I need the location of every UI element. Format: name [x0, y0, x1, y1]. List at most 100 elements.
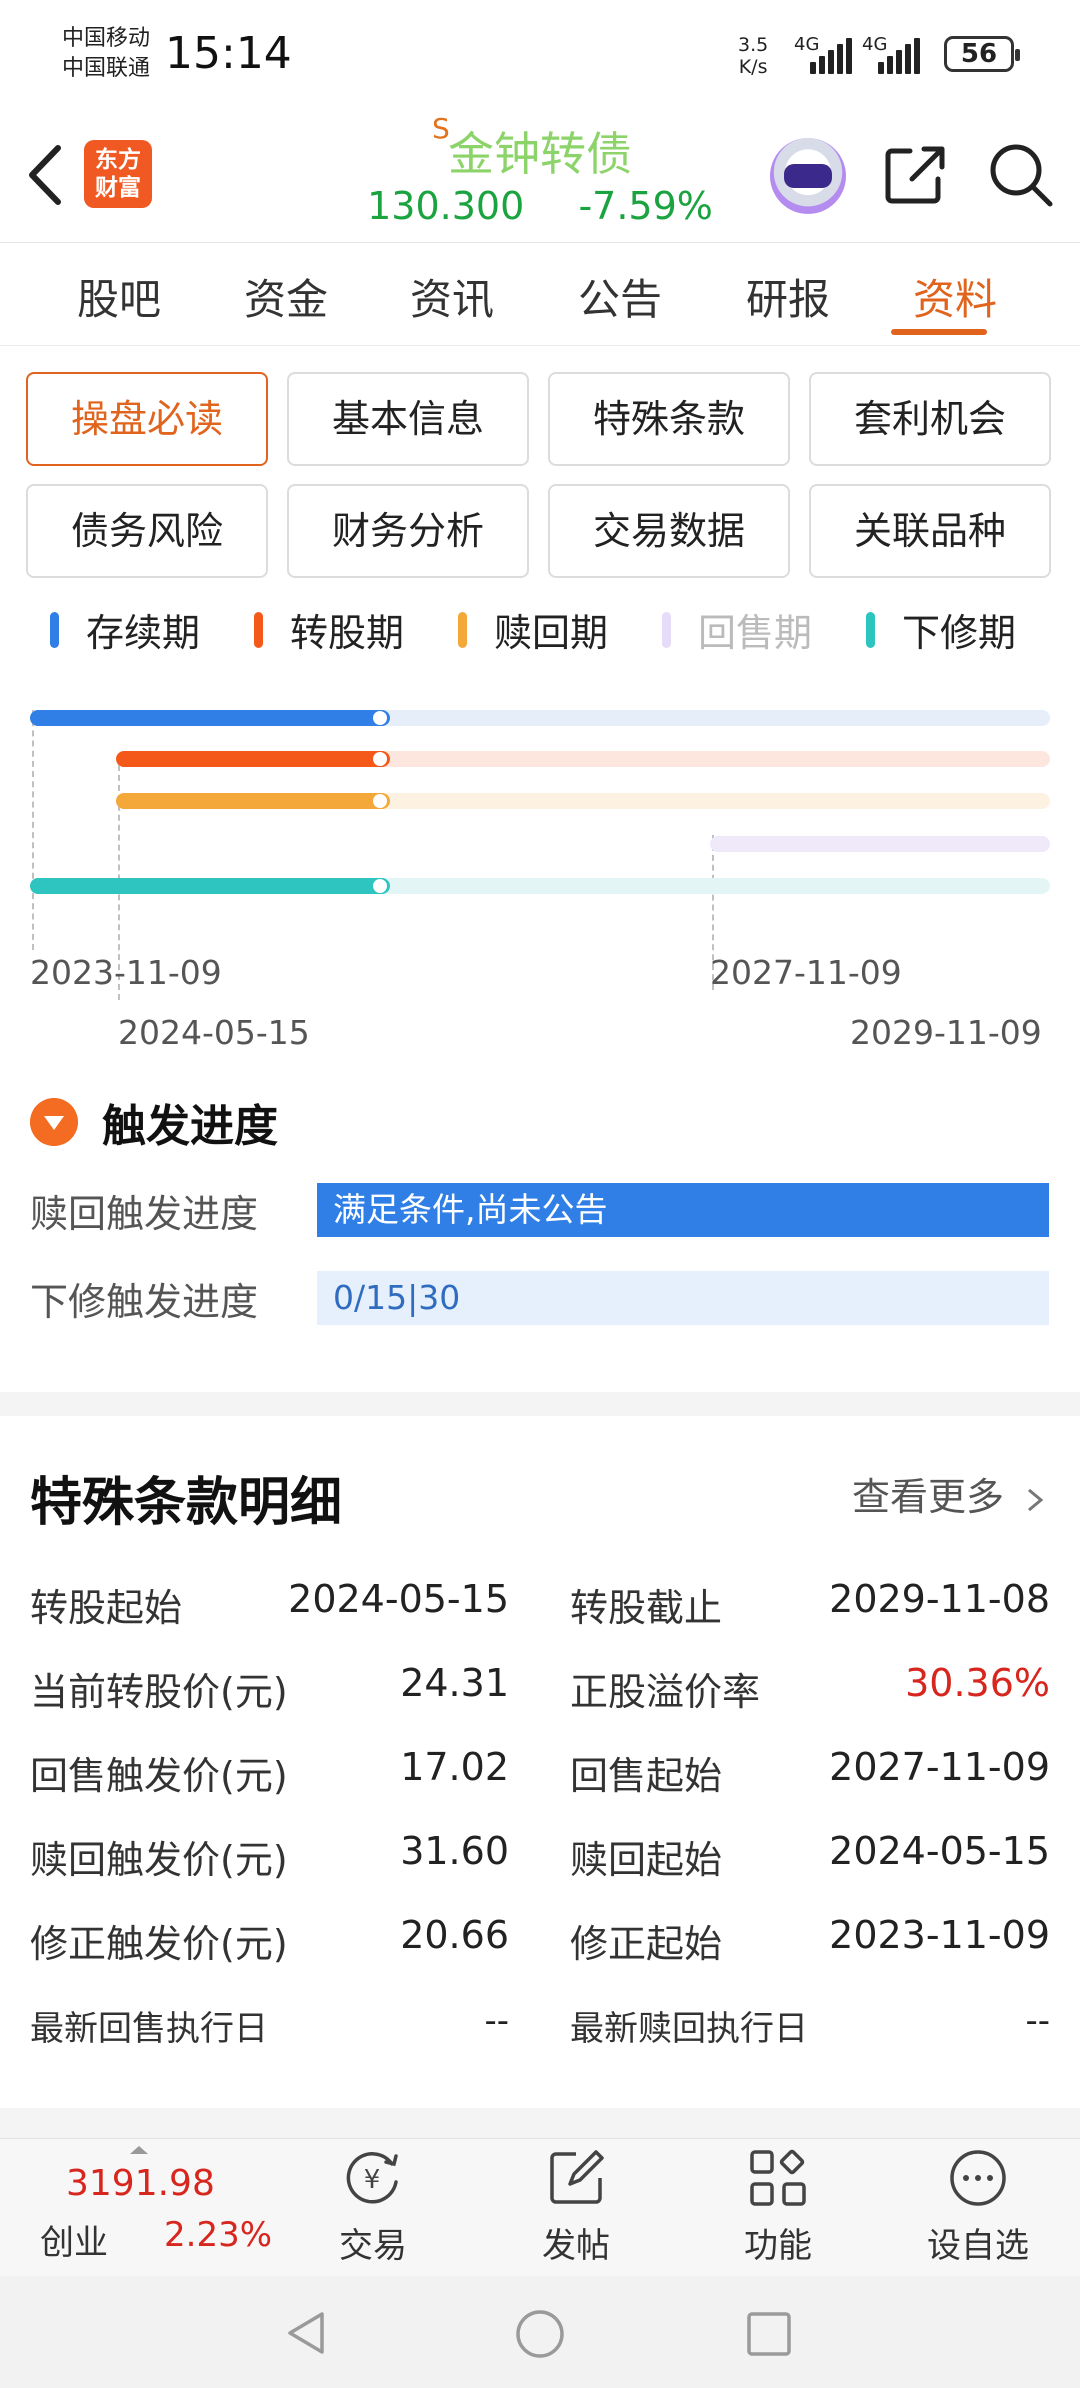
- active-tab-indicator: [891, 329, 987, 335]
- value-putback-start: 2027-11-09: [829, 1745, 1050, 1789]
- label-latest-putback: 最新回售执行日: [30, 2009, 268, 2049]
- value-redeem-trigger: 31.60: [400, 1829, 509, 1873]
- label-convert-end: 转股截止: [570, 1586, 723, 1630]
- value-revise-start: 2023-11-09: [829, 1913, 1050, 1957]
- network-speed: 3.5 K/s: [738, 34, 768, 78]
- special-terms-title: 特殊条款明细: [30, 1473, 343, 1533]
- value-latest-putback: --: [484, 2001, 509, 2041]
- subtab-trading-data[interactable]: 交易数据: [548, 484, 790, 578]
- chevron-right-icon: [1028, 1488, 1044, 1511]
- function-label[interactable]: 功能: [718, 2218, 838, 2267]
- value-convert-start: 2024-05-15: [288, 1577, 509, 1621]
- label-redeem-start: 赎回起始: [570, 1838, 723, 1882]
- dot-conversion: [373, 752, 387, 766]
- subtab-basic-info[interactable]: 基本信息: [287, 372, 529, 466]
- legend-putback: 回售期: [698, 611, 813, 655]
- legend-swatch-conversion: [254, 612, 263, 648]
- date-end: 2029-11-09: [850, 1013, 1042, 1052]
- post-label[interactable]: 发帖: [516, 2218, 636, 2267]
- trigger-icon: [30, 1098, 78, 1146]
- post-icon[interactable]: [546, 2148, 606, 2208]
- redeem-trigger-label: 赎回触发进度: [30, 1192, 259, 1236]
- status-time: 15:14: [165, 28, 292, 79]
- tab-news[interactable]: 资讯: [410, 266, 494, 327]
- assistant-robot-icon[interactable]: [770, 138, 846, 214]
- value-premium-rate: 30.36%: [905, 1661, 1050, 1705]
- view-more-link[interactable]: 查看更多: [852, 1466, 1046, 1521]
- trade-icon[interactable]: ¥: [340, 2150, 406, 2208]
- redeem-trigger-progress: 满足条件,尚未公告: [317, 1183, 1049, 1237]
- section-divider: [0, 1392, 1080, 1416]
- track-putback: [710, 836, 1050, 852]
- value-revise-trigger: 20.66: [400, 1913, 509, 1957]
- dot-revision: [373, 879, 387, 893]
- tab-research[interactable]: 研报: [746, 266, 830, 327]
- legend-swatch-redemption: [458, 612, 467, 648]
- index-change: 2.23%: [164, 2215, 273, 2255]
- tab-announcements[interactable]: 公告: [578, 266, 662, 327]
- dot-redemption: [373, 794, 387, 808]
- subtab-trading-guide[interactable]: 操盘必读: [26, 372, 268, 466]
- fill-duration: [30, 710, 390, 726]
- date-putback-start: 2027-11-09: [710, 953, 902, 992]
- legend-duration: 存续期: [86, 611, 201, 655]
- nav-back-icon[interactable]: [282, 2308, 332, 2358]
- label-revise-trigger: 修正触发价(元): [30, 1922, 288, 1966]
- fill-conversion: [116, 751, 390, 767]
- subtab-related[interactable]: 关联品种: [809, 484, 1051, 578]
- search-icon[interactable]: [988, 142, 1054, 208]
- legend-revision: 下修期: [902, 611, 1017, 655]
- legend-swatch-putback: [662, 612, 671, 648]
- subtab-arbitrage[interactable]: 套利机会: [809, 372, 1051, 466]
- label-convert-price: 当前转股价(元): [30, 1670, 288, 1714]
- legend-redemption: 赎回期: [494, 611, 609, 655]
- fill-revision: [30, 878, 390, 894]
- index-name: 创业: [40, 2223, 108, 2263]
- function-grid-icon[interactable]: [748, 2148, 808, 2208]
- header-divider: [0, 242, 1080, 243]
- tab-guba[interactable]: 股吧: [77, 266, 161, 327]
- subtab-financial-analysis[interactable]: 财务分析: [287, 484, 529, 578]
- subtab-debt-risk[interactable]: 债务风险: [26, 484, 268, 578]
- carrier-labels: 中国移动 中国联通: [62, 24, 150, 84]
- value-redeem-start: 2024-05-15: [829, 1829, 1050, 1873]
- tab-profile[interactable]: 资料: [913, 266, 997, 327]
- watchlist-label[interactable]: 设自选: [918, 2218, 1038, 2267]
- value-convert-end: 2029-11-08: [829, 1577, 1050, 1621]
- timeline-line-start: [32, 710, 34, 950]
- more-circle-icon[interactable]: [948, 2148, 1008, 2208]
- index-value[interactable]: 3191.98: [66, 2163, 215, 2204]
- signal-icon-2: [878, 38, 920, 74]
- carrier-1: 中国移动: [62, 26, 151, 51]
- dot-duration: [373, 711, 387, 725]
- legend-swatch-revision: [866, 612, 875, 648]
- label-putback-trigger: 回售触发价(元): [30, 1754, 288, 1798]
- nav-home-icon[interactable]: [514, 2308, 566, 2360]
- tabs-divider: [0, 345, 1080, 346]
- trade-label[interactable]: 交易: [313, 2218, 433, 2267]
- carrier-2: 中国联通: [62, 56, 151, 81]
- nav-recents-icon[interactable]: [745, 2310, 793, 2358]
- tab-funds[interactable]: 资金: [244, 266, 328, 327]
- label-premium-rate: 正股溢价率: [570, 1670, 761, 1714]
- label-revise-start: 修正起始: [570, 1922, 723, 1966]
- subtab-special-terms[interactable]: 特殊条款: [548, 372, 790, 466]
- bottom-gap: [0, 2108, 1080, 2138]
- revise-trigger-label: 下修触发进度: [30, 1280, 259, 1324]
- battery-icon: 56: [944, 36, 1020, 72]
- value-convert-price: 24.31: [400, 1661, 509, 1705]
- expand-caret-icon[interactable]: [130, 2146, 148, 2154]
- fill-redemption: [116, 793, 390, 809]
- label-latest-redeem: 最新赎回执行日: [570, 2009, 808, 2049]
- date-start: 2023-11-09: [30, 953, 222, 992]
- trigger-title: 触发进度: [102, 1101, 278, 1152]
- value-latest-redeem: --: [1025, 2001, 1050, 2041]
- legend-swatch-duration: [50, 612, 59, 648]
- revise-trigger-progress: 0/15|30: [317, 1271, 1049, 1325]
- value-putback-trigger: 17.02: [400, 1745, 509, 1789]
- share-icon[interactable]: [884, 145, 948, 205]
- svg-text:¥: ¥: [364, 2165, 381, 2195]
- label-putback-start: 回售起始: [570, 1754, 723, 1798]
- label-redeem-trigger: 赎回触发价(元): [30, 1838, 288, 1882]
- network-speed-unit: K/s: [738, 56, 768, 78]
